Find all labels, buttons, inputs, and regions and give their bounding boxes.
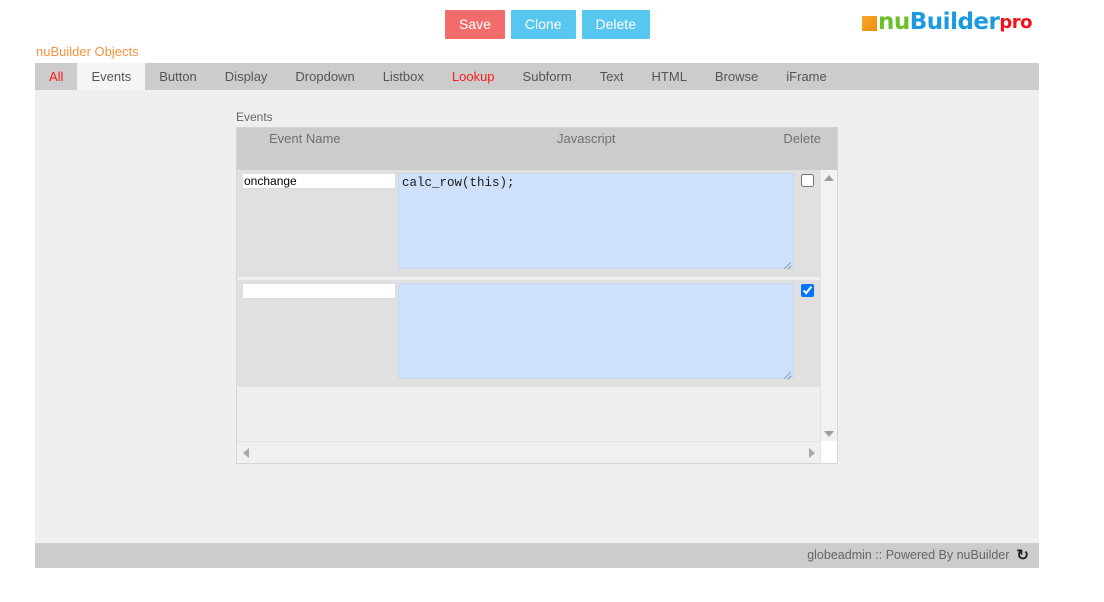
- tab-subform[interactable]: Subform: [509, 63, 586, 90]
- javascript-textarea[interactable]: calc_row(this);: [398, 173, 794, 269]
- tab-lookup[interactable]: Lookup: [438, 63, 509, 90]
- tab-display[interactable]: Display: [211, 63, 282, 90]
- tab-button[interactable]: Button: [145, 63, 211, 90]
- column-header-event-name: Event Name: [269, 131, 341, 146]
- table-row: [237, 280, 821, 390]
- refresh-icon[interactable]: ↻: [1016, 548, 1029, 563]
- table-row: calc_row(this);: [237, 170, 821, 280]
- tab-dropdown[interactable]: Dropdown: [281, 63, 368, 90]
- scrollbar-corner: [820, 441, 837, 463]
- javascript-textarea[interactable]: [398, 283, 794, 379]
- delete-row-checkbox[interactable]: [801, 174, 814, 187]
- scroll-right-arrow-icon[interactable]: [809, 448, 815, 458]
- event-name-input[interactable]: [242, 173, 396, 189]
- footer-status-text: globeadmin :: Powered By nuBuilder: [807, 548, 1010, 562]
- app-window: Save Clone Delete nu Builder pro nuBuild…: [0, 0, 1104, 602]
- tab-all[interactable]: All: [35, 63, 77, 90]
- tab-text[interactable]: Text: [586, 63, 638, 90]
- tab-html[interactable]: HTML: [638, 63, 701, 90]
- clone-button[interactable]: Clone: [510, 10, 576, 39]
- scroll-down-arrow-icon[interactable]: [824, 431, 834, 437]
- grid-horizontal-scrollbar[interactable]: [237, 441, 821, 463]
- column-header-javascript: Javascript: [557, 131, 616, 146]
- scroll-left-arrow-icon[interactable]: [243, 448, 249, 458]
- subform-label: Events: [236, 110, 273, 124]
- grid-scroll-viewport: calc_row(this);: [237, 170, 837, 442]
- event-name-input[interactable]: [242, 283, 396, 299]
- events-subform-grid: Event Name Javascript Delete calc_row(th…: [236, 127, 838, 464]
- delete-button[interactable]: Delete: [581, 10, 650, 39]
- save-button[interactable]: Save: [445, 10, 505, 39]
- nubuilderpro-logo: nu Builder pro: [862, 11, 1032, 34]
- grid-rows-container: calc_row(this);: [237, 170, 821, 390]
- grid-header-row: Event Name Javascript Delete: [237, 128, 837, 170]
- tab-iframe[interactable]: iFrame: [772, 63, 840, 90]
- logo-text-pro: pro: [999, 12, 1032, 33]
- tab-events[interactable]: Events: [77, 63, 146, 90]
- tab-listbox[interactable]: Listbox: [369, 63, 438, 90]
- tab-browse[interactable]: Browse: [701, 63, 772, 90]
- status-footer: globeadmin :: Powered By nuBuilder ↻: [35, 543, 1039, 568]
- logo-square-icon: [862, 16, 878, 31]
- page-title: nuBuilder Objects: [36, 44, 139, 59]
- logo-text-nu: nu: [878, 9, 910, 35]
- column-header-delete: Delete: [783, 131, 821, 146]
- object-type-tabs: All Events Button Display Dropdown Listbox Loo…: [35, 63, 1039, 90]
- logo-text-builder: Builder: [909, 9, 1000, 35]
- grid-vertical-scrollbar[interactable]: [820, 170, 837, 442]
- delete-row-checkbox[interactable]: [801, 284, 814, 297]
- scroll-up-arrow-icon[interactable]: [824, 175, 834, 181]
- action-toolbar: Save Clone Delete: [445, 10, 650, 39]
